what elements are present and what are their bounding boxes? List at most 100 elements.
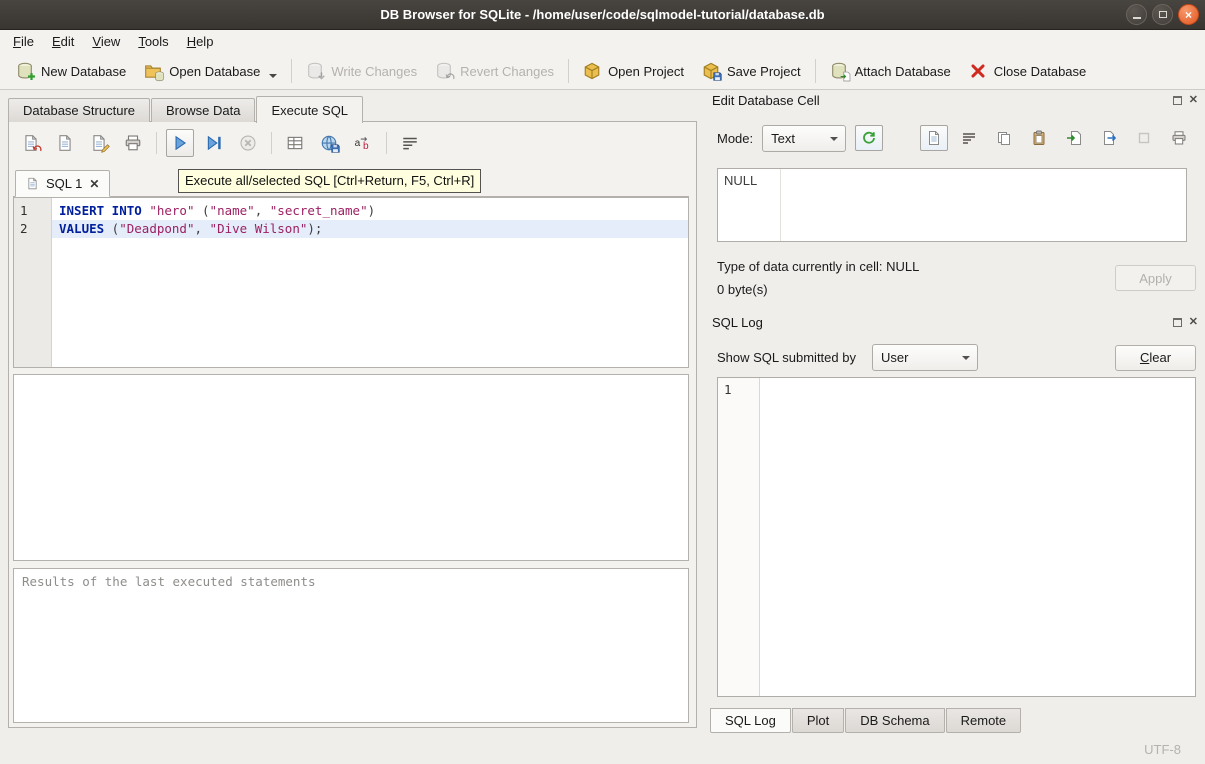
menu-edit[interactable]: Edit [43, 31, 83, 52]
close-panel-icon[interactable]: ✕ [1189, 317, 1198, 328]
tab-browse-data[interactable]: Browse Data [151, 98, 255, 122]
stop-icon [239, 134, 257, 152]
open-database-button[interactable]: Open Database [135, 57, 286, 85]
sql-log-view[interactable]: 1 [717, 377, 1196, 697]
mode-select[interactable]: Text [762, 125, 846, 152]
open-sql-file-icon [22, 134, 40, 152]
close-database-icon [969, 62, 987, 80]
float-panel-icon[interactable] [1173, 96, 1182, 105]
attach-database-button[interactable]: Attach Database [821, 57, 960, 85]
format-sql-button[interactable] [396, 129, 424, 157]
word-wrap-icon [961, 130, 977, 146]
copy-icon [996, 130, 1012, 146]
save-project-button[interactable]: Save Project [693, 57, 810, 85]
paste-icon [1031, 130, 1047, 146]
toolbar-separator [271, 132, 272, 154]
menu-help[interactable]: Help [178, 31, 223, 52]
find-replace-button[interactable] [349, 129, 377, 157]
close-tab-icon[interactable]: ✕ [89, 177, 99, 191]
execute-sql-icon [171, 134, 189, 152]
tab-execute-sql[interactable]: Execute SQL [256, 96, 363, 123]
window-controls: × [1126, 4, 1199, 25]
sql-file-icon [26, 177, 39, 190]
paste-cell-button[interactable] [1025, 125, 1053, 151]
cell-type-info: Type of data currently in cell: NULL [717, 259, 919, 274]
attach-database-icon [830, 62, 848, 80]
execute-sql-button[interactable] [166, 129, 194, 157]
mode-label: Mode: [717, 131, 753, 146]
dock-tab-db-schema[interactable]: DB Schema [845, 708, 944, 733]
export-results-icon [286, 134, 304, 152]
titlebar[interactable]: DB Browser for SQLite - /home/user/code/… [0, 0, 1205, 30]
print-cell-button[interactable] [1165, 125, 1193, 151]
copy-cell-button[interactable] [990, 125, 1018, 151]
menu-view[interactable]: View [83, 31, 129, 52]
cell-mode-row: Mode: Text [717, 124, 1193, 152]
auto-switch-mode-icon [861, 130, 877, 146]
dock-tab-bar: SQL Log Plot DB Schema Remote [710, 708, 1021, 733]
save-sql-file-as-icon [90, 134, 108, 152]
menu-tools[interactable]: Tools [129, 31, 177, 52]
cell-editor-box[interactable]: NULL [717, 168, 1187, 242]
revert-changes-icon [435, 62, 453, 80]
execution-log[interactable]: Results of the last executed statements [13, 568, 689, 723]
word-wrap-button[interactable] [955, 125, 983, 151]
save-project-icon [702, 62, 720, 80]
menubar: File Edit View Tools Help [0, 30, 1205, 53]
log-gutter: 1 [718, 378, 760, 696]
clear-log-button[interactable]: Clear [1115, 345, 1196, 371]
save-sql-file-icon [56, 134, 74, 152]
close-panel-icon[interactable]: ✕ [1189, 95, 1198, 106]
save-sql-file-as-button[interactable] [85, 129, 113, 157]
editor-line[interactable]: VALUES ("Deadpond", "Dive Wilson"); [52, 220, 688, 238]
tab-database-structure[interactable]: Database Structure [8, 98, 150, 122]
sql-toolbar [17, 128, 424, 158]
export-cell-data-button[interactable] [1095, 125, 1123, 151]
close-button[interactable]: × [1178, 4, 1199, 25]
sql-1-tab[interactable]: SQL 1 ✕ [15, 170, 110, 197]
new-database-button[interactable]: New Database [7, 57, 135, 85]
open-project-button[interactable]: Open Project [574, 57, 693, 85]
sql-editor[interactable]: 12 INSERT INTO "hero" ("name", "secret_n… [13, 197, 689, 368]
open-sql-file-button[interactable] [17, 129, 45, 157]
float-panel-icon[interactable] [1173, 318, 1182, 327]
execute-current-line-button[interactable] [200, 129, 228, 157]
dock-tab-remote[interactable]: Remote [946, 708, 1022, 733]
line-number: 1 [14, 202, 51, 220]
set-null-button[interactable] [1130, 125, 1158, 151]
text-mode-button[interactable] [920, 125, 948, 151]
minimize-button[interactable] [1126, 4, 1147, 25]
save-results-button[interactable] [315, 129, 343, 157]
dock-tab-plot[interactable]: Plot [792, 708, 844, 733]
import-data-icon [1066, 130, 1082, 146]
print-sql-button[interactable] [119, 129, 147, 157]
cell-editor-divider [780, 169, 781, 241]
editor-line[interactable]: INSERT INTO "hero" ("name", "secret_name… [52, 202, 688, 220]
toolbar-separator [291, 59, 292, 83]
execute-sql-panel: SQL 1 ✕ 12 INSERT INTO "hero" ("name", "… [8, 121, 697, 728]
log-filter-select[interactable]: User [872, 344, 978, 371]
chevron-down-icon [962, 356, 970, 360]
editor-gutter: 12 [14, 198, 52, 367]
line-number: 2 [14, 220, 51, 238]
write-changes-icon [306, 62, 324, 80]
open-database-icon [144, 62, 162, 80]
editor-code[interactable]: INSERT INTO "hero" ("name", "secret_name… [52, 198, 688, 367]
stop-execution-button [234, 129, 262, 157]
close-database-button[interactable]: Close Database [960, 57, 1096, 85]
write-changes-button: Write Changes [297, 57, 426, 85]
dock-tab-sql-log[interactable]: SQL Log [710, 708, 791, 733]
new-database-icon [16, 62, 34, 80]
save-sql-file-button[interactable] [51, 129, 79, 157]
import-cell-data-button[interactable] [1060, 125, 1088, 151]
cell-editor-icons [920, 125, 1193, 151]
log-content[interactable] [760, 378, 1195, 696]
maximize-button[interactable] [1152, 4, 1173, 25]
sql-log-filter-row: Show SQL submitted by User Clear [717, 344, 1196, 371]
menu-file[interactable]: File [4, 31, 43, 52]
open-database-dropdown-icon[interactable] [269, 74, 277, 78]
toolbar-separator [386, 132, 387, 154]
auto-switch-mode-button[interactable] [855, 125, 883, 151]
export-results-button[interactable] [281, 129, 309, 157]
results-grid[interactable] [13, 374, 689, 561]
